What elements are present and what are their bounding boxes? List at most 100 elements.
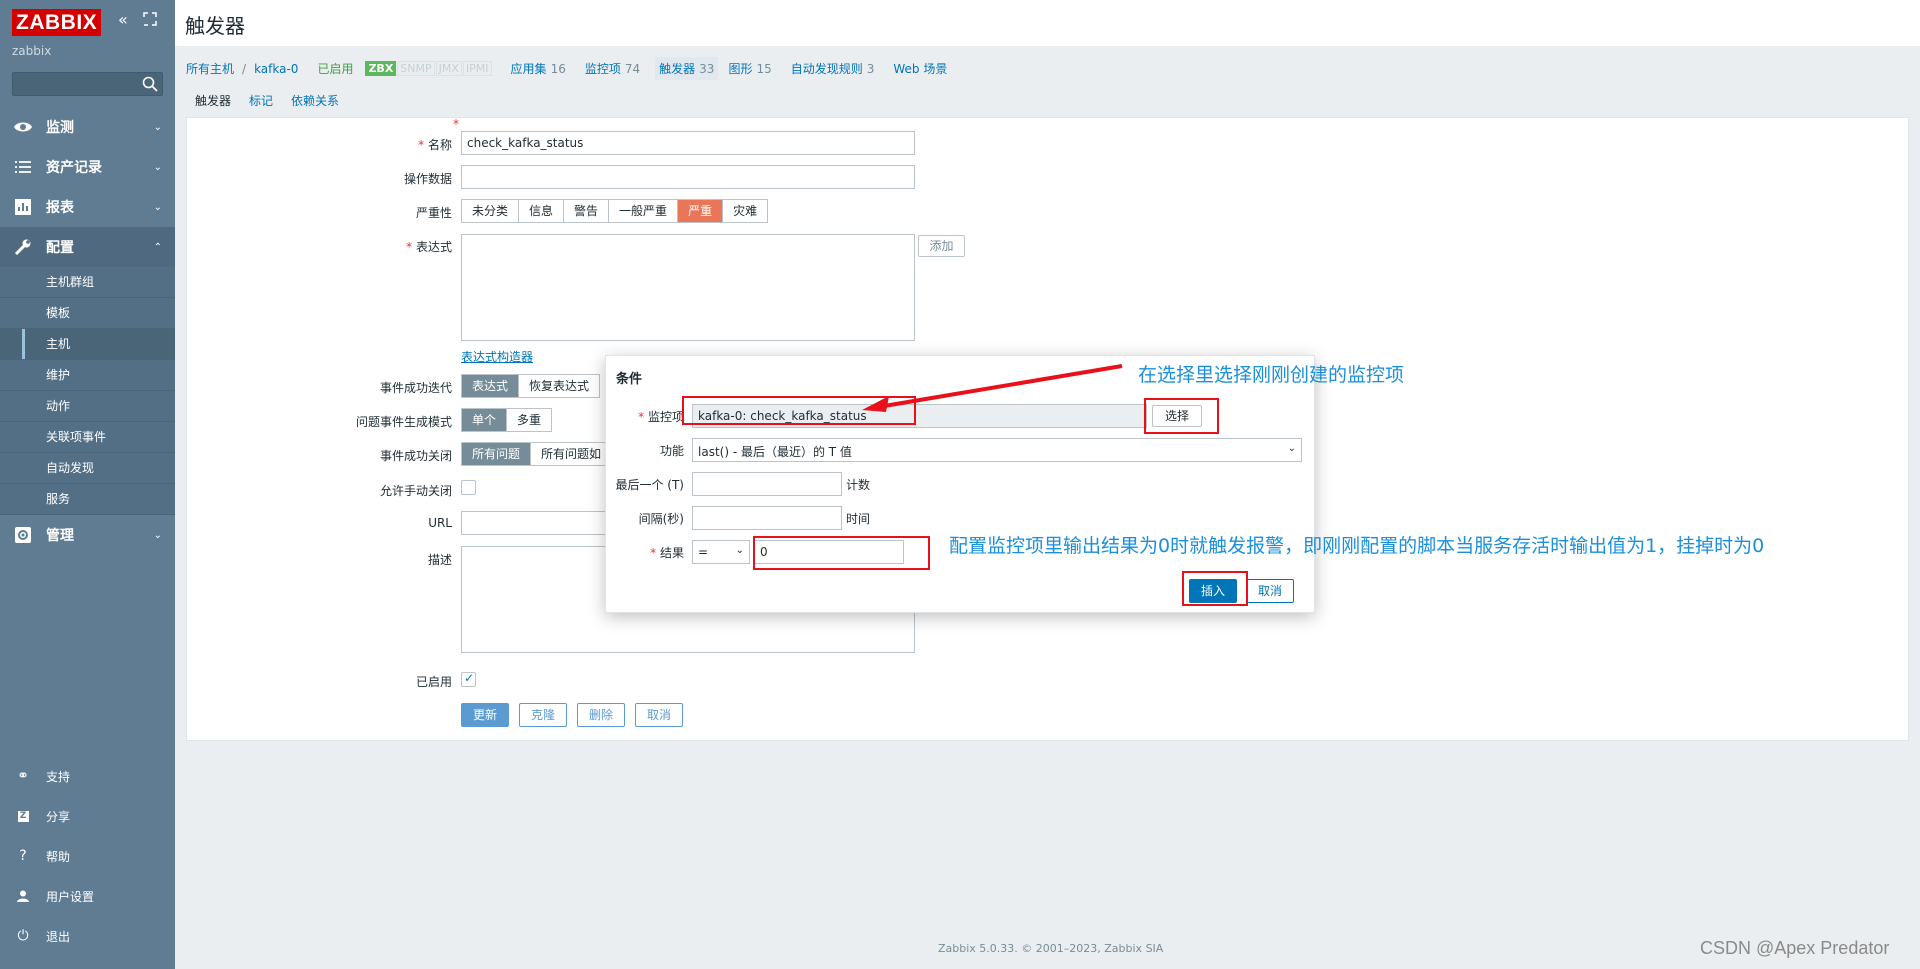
menu-label: 资产记录 xyxy=(46,160,102,176)
submenu-hosts[interactable]: 主机 xyxy=(0,329,175,360)
discovery-count: 3 xyxy=(866,61,875,76)
applications-link[interactable]: 应用集 xyxy=(511,60,547,77)
tab-trigger[interactable]: 触发器 xyxy=(186,88,241,120)
ok-close-all-problems[interactable]: 所有问题 xyxy=(462,443,532,465)
host-link[interactable]: kafka-0 xyxy=(254,62,298,76)
submenu-event-correlation[interactable]: 关联项事件 xyxy=(0,422,175,453)
ok-event-recovery-expression[interactable]: 恢复表达式 xyxy=(519,375,600,397)
chevron-down-icon: ⌄ xyxy=(153,121,162,133)
interval-input[interactable] xyxy=(692,506,842,530)
annotation-box-result xyxy=(753,536,930,570)
form-tabs: 触发器 标记 依赖关系 xyxy=(186,88,348,120)
web-scenarios-link[interactable]: Web 场景 xyxy=(893,60,947,77)
headset-icon: ⚭ xyxy=(17,768,29,784)
items-link[interactable]: 监控项 xyxy=(585,60,621,77)
submenu-templates[interactable]: 模板 xyxy=(0,298,175,329)
triggers-link[interactable]: 触发器 xyxy=(659,62,695,76)
operational-data-input[interactable] xyxy=(461,165,915,189)
severity-high[interactable]: 严重 xyxy=(678,200,724,222)
severity-average[interactable]: 一般严重 xyxy=(609,200,679,222)
chevron-down-icon: ⌄ xyxy=(153,201,162,213)
problem-mode-multiple[interactable]: 多重 xyxy=(507,409,552,431)
host-status[interactable]: 已启用 xyxy=(317,60,353,77)
menu-monitoring[interactable]: 监测 ⌄ xyxy=(0,107,175,147)
server-name: zabbix xyxy=(12,44,52,58)
zabbix-logo[interactable]: ZABBIX xyxy=(12,9,102,36)
interval-unit: 时间 xyxy=(846,512,871,526)
share-label: 分享 xyxy=(46,809,71,824)
enabled-label: 已启用 xyxy=(415,675,452,689)
triggers-count: 33 xyxy=(699,62,715,76)
delete-button[interactable]: 删除 xyxy=(577,703,625,727)
submenu-discovery[interactable]: 自动发现 xyxy=(0,453,175,484)
expression-textarea[interactable] xyxy=(461,234,915,341)
tab-tags[interactable]: 标记 xyxy=(240,88,282,120)
ok-event-label: 事件成功迭代 xyxy=(379,381,452,395)
operator-select[interactable]: = ⌄ xyxy=(692,540,750,564)
last-t-unit: 计数 xyxy=(846,478,871,492)
submenu-services[interactable]: 服务 xyxy=(0,484,175,515)
collapse-sidebar-icon[interactable]: « xyxy=(118,12,128,28)
menu-label: 报表 xyxy=(46,200,74,216)
applications-count: 16 xyxy=(550,61,566,76)
help-link[interactable]: ? 帮助 xyxy=(0,836,175,876)
config-submenu: 主机群组 模板 主机 维护 动作 关联项事件 自动发现 服务 xyxy=(0,267,175,515)
clone-button[interactable]: 克隆 xyxy=(519,703,567,727)
graphs-link[interactable]: 图形 xyxy=(728,60,752,77)
function-select[interactable]: last() - 最后（最近）的 T 值 ⌄ xyxy=(692,438,1302,462)
triggers-tab-current[interactable]: 触发器 33 xyxy=(655,57,719,80)
problem-mode-single[interactable]: 单个 xyxy=(462,409,508,431)
severity-warning[interactable]: 警告 xyxy=(564,200,610,222)
menu-reports[interactable]: 报表 ⌄ xyxy=(0,187,175,227)
dialog-title: 条件 xyxy=(616,372,643,387)
severity-information[interactable]: 信息 xyxy=(519,200,565,222)
cancel-button[interactable]: 取消 xyxy=(635,703,683,727)
manual-close-label: 允许手动关闭 xyxy=(379,484,452,498)
interval-label: 间隔(秒) xyxy=(638,512,684,526)
watermark: CSDN @Apex Predator xyxy=(1700,938,1890,958)
ok-close-selector: 所有问题 所有问题如 xyxy=(461,442,613,466)
tab-dependencies[interactable]: 依赖关系 xyxy=(282,88,348,120)
enabled-checkbox[interactable] xyxy=(461,671,476,687)
all-hosts-link[interactable]: 所有主机 xyxy=(186,60,234,77)
add-expression-button[interactable]: 添加 xyxy=(918,235,965,257)
wrench-icon xyxy=(0,238,46,256)
user-settings-link[interactable]: 用户设置 xyxy=(0,876,175,916)
problem-mode-selector: 单个 多重 xyxy=(461,408,553,432)
support-label: 支持 xyxy=(46,769,71,784)
search-icon[interactable] xyxy=(141,75,159,93)
eye-icon xyxy=(0,120,46,134)
ok-event-expression[interactable]: 表达式 xyxy=(462,375,520,397)
support-link[interactable]: ⚭ 支持 xyxy=(0,756,175,796)
menu-inventory[interactable]: 资产记录 ⌄ xyxy=(0,147,175,187)
list-icon xyxy=(0,161,46,173)
update-button[interactable]: 更新 xyxy=(461,703,509,727)
severity-label: 严重性 xyxy=(415,206,452,220)
submenu-maintenance[interactable]: 维护 xyxy=(0,360,175,391)
menu-configuration[interactable]: 配置 ⌃ xyxy=(0,227,175,267)
gear-icon xyxy=(0,526,46,544)
kiosk-mode-icon[interactable] xyxy=(143,12,157,29)
sign-out-label: 退出 xyxy=(46,929,71,944)
severity-not-classified[interactable]: 未分类 xyxy=(462,200,520,222)
user-settings-label: 用户设置 xyxy=(46,889,95,904)
menu-administration[interactable]: 管理 ⌄ xyxy=(0,515,175,555)
items-count: 74 xyxy=(624,61,641,76)
jmx-availability-badge: JMX xyxy=(435,61,462,76)
expression-constructor-link[interactable]: 表达式构造器 xyxy=(461,348,533,365)
sign-out-link[interactable]: ⏻ 退出 xyxy=(0,916,175,956)
bar-chart-icon xyxy=(0,199,46,215)
submenu-host-groups[interactable]: 主机群组 xyxy=(0,267,175,298)
share-link[interactable]: Z 分享 xyxy=(0,796,175,836)
ok-close-all-matching[interactable]: 所有问题如 xyxy=(531,443,612,465)
manual-close-checkbox[interactable] xyxy=(461,480,476,495)
dialog-cancel-button[interactable]: 取消 xyxy=(1246,579,1294,603)
name-input[interactable]: check_kafka_status xyxy=(461,131,915,155)
sidebar-search-input[interactable] xyxy=(12,72,163,96)
footer-copyright: Zabbix 5.0.33. © 2001–2023, Zabbix SIA xyxy=(938,942,1164,955)
last-t-input[interactable] xyxy=(692,472,842,496)
submenu-actions[interactable]: 动作 xyxy=(0,391,175,422)
discovery-rules-link[interactable]: 自动发现规则 xyxy=(791,60,863,77)
severity-disaster[interactable]: 灾难 xyxy=(723,200,768,222)
chevron-down-icon: ⌄ xyxy=(153,529,162,541)
